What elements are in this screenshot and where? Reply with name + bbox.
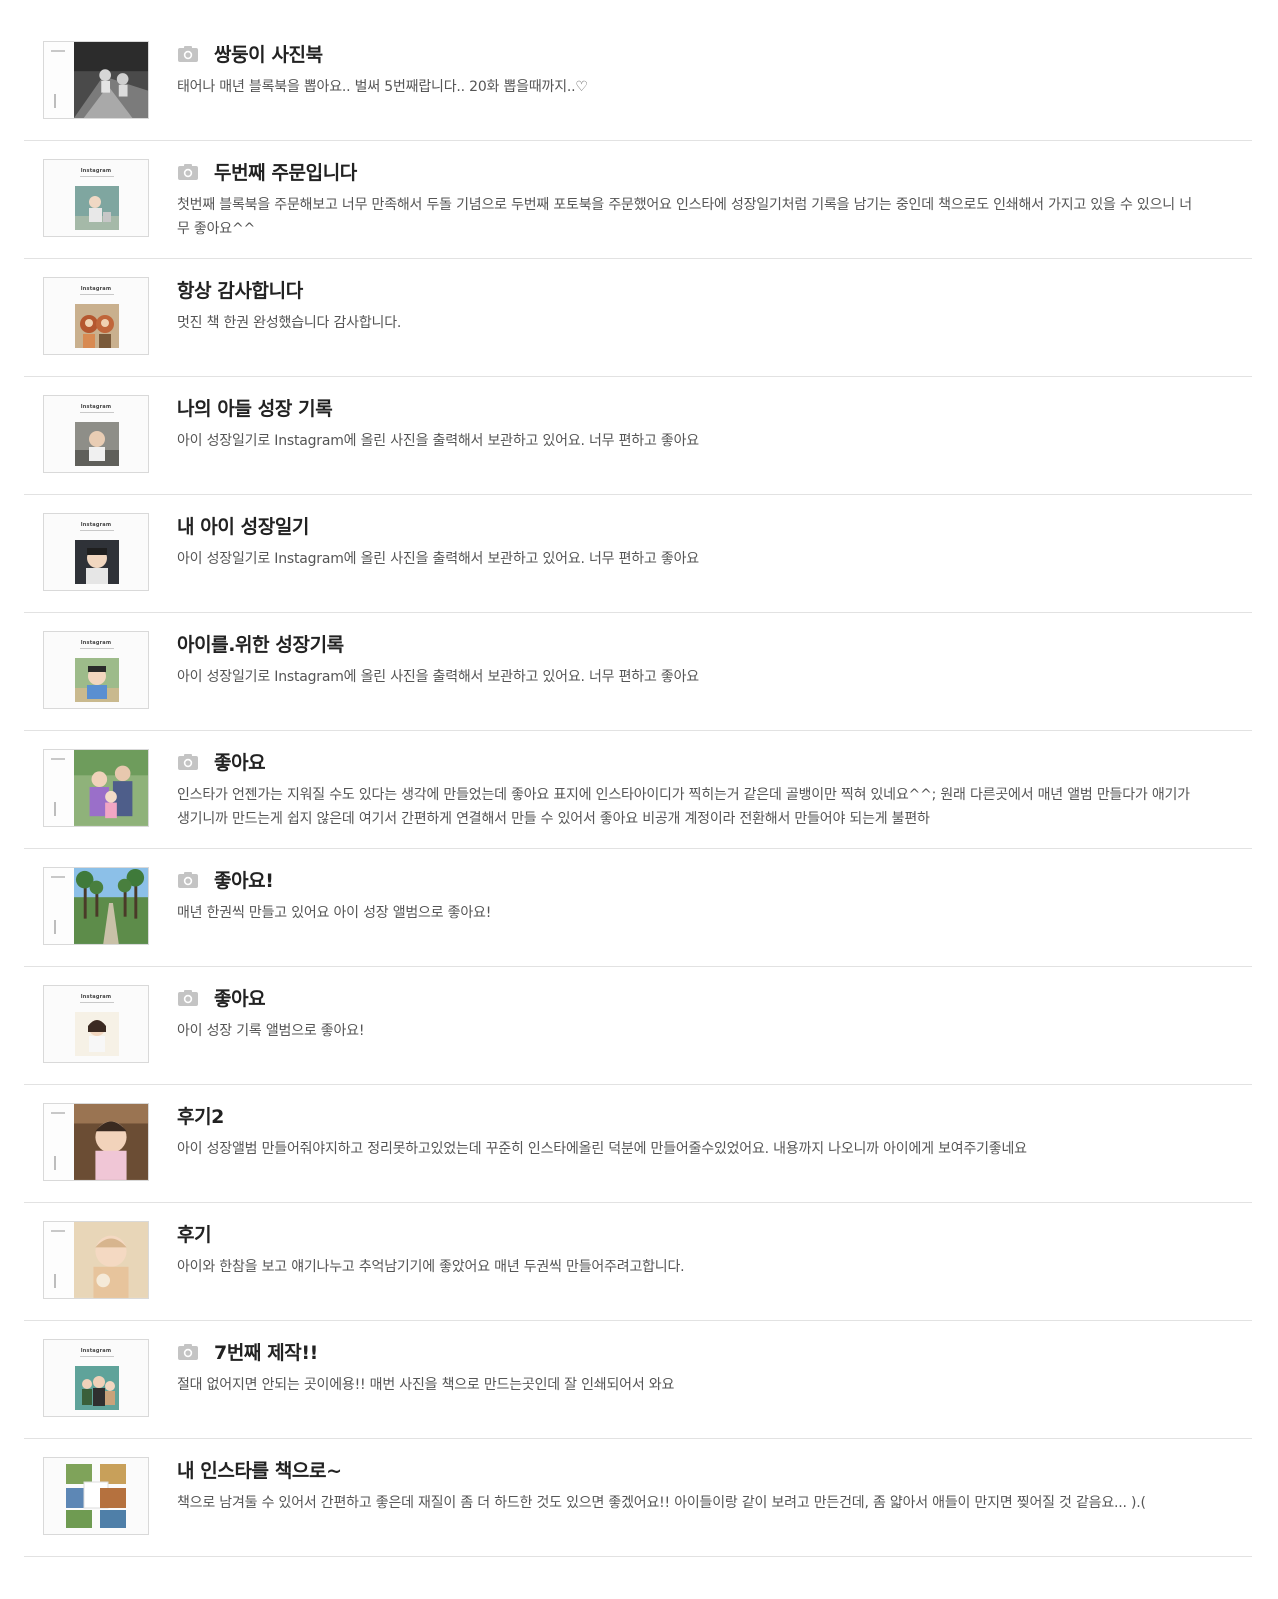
review-item[interactable]: 후기 아이와 한참을 보고 얘기나누고 추억남기기에 좋았어요 매년 두권씩 만… — [24, 1203, 1252, 1321]
review-item[interactable]: Instagram 나의 아들 성장 기록 아이 성장일기로 Instagram… — [24, 377, 1252, 495]
review-text: 아이 성장일기로 Instagram에 올린 사진을 출력해서 보관하고 있어요… — [177, 433, 699, 449]
review-text: 아이 성장일기로 Instagram에 올린 사진을 출력해서 보관하고 있어요… — [177, 669, 699, 685]
review-title[interactable]: 항상 감사합니다 — [177, 276, 303, 303]
review-text: 절대 없어지면 안되는 곳이에용!! 매번 사진을 책으로 만드는곳인데 잘 인… — [177, 1377, 675, 1393]
review-item[interactable]: 좋아요! 매년 한권씩 만들고 있어요 아이 성장 앨범으로 좋아요! — [24, 849, 1252, 967]
review-title[interactable]: 나의 아들 성장 기록 — [177, 394, 333, 421]
review-item[interactable]: Instagram 두번째 주문입니다 첫번째 블록북을 주문해보고 너무 만족… — [24, 141, 1252, 259]
review-title[interactable]: 후기2 — [177, 1102, 224, 1129]
thumbnail-brand: Instagram — [80, 640, 112, 646]
review-thumbnail[interactable]: Instagram — [43, 985, 149, 1063]
camera-icon — [178, 1344, 198, 1360]
review-text: 아이 성장일기로 Instagram에 올린 사진을 출력해서 보관하고 있어요… — [177, 551, 699, 567]
review-item[interactable]: Instagram 내 아이 성장일기 아이 성장일기로 Instagram에 … — [24, 495, 1252, 613]
review-text: 아이 성장앨범 만들어줘야지하고 정리못하고있었는데 꾸준히 인스타에올린 덕분… — [177, 1141, 1027, 1157]
review-thumbnail[interactable] — [43, 1221, 149, 1299]
review-text: 태어나 매년 블록북을 뽑아요.. 벌써 5번째랍니다.. 20화 뽑을때까지.… — [177, 79, 588, 95]
review-text: 아이 성장 기록 앨범으로 좋아요! — [177, 1023, 365, 1039]
review-title[interactable]: 내 인스타를 책으로~ — [177, 1456, 342, 1483]
review-title[interactable]: 쌍둥이 사진북 — [214, 40, 323, 67]
review-title[interactable]: 아이를.위한 성장기록 — [177, 630, 344, 657]
review-thumbnail[interactable]: Instagram — [43, 631, 149, 709]
review-thumbnail[interactable] — [43, 41, 149, 119]
review-item[interactable]: 좋아요 인스타가 언젠가는 지워질 수도 있다는 생각에 만들었는데 좋아요 표… — [24, 731, 1252, 849]
camera-icon — [178, 872, 198, 888]
review-thumbnail[interactable]: Instagram — [43, 395, 149, 473]
review-thumbnail[interactable]: Instagram — [43, 1339, 149, 1417]
thumbnail-brand: Instagram — [80, 522, 112, 528]
camera-icon — [178, 164, 198, 180]
review-thumbnail[interactable] — [43, 749, 149, 827]
review-title[interactable]: 7번째 제작!! — [214, 1338, 318, 1365]
camera-icon — [178, 46, 198, 62]
review-item[interactable]: 후기2 아이 성장앨범 만들어줘야지하고 정리못하고있었는데 꾸준히 인스타에올… — [24, 1085, 1252, 1203]
thumbnail-brand: Instagram — [80, 404, 112, 410]
review-thumbnail[interactable] — [43, 1103, 149, 1181]
review-thumbnail[interactable]: Instagram — [43, 277, 149, 355]
review-text: 첫번째 블록북을 주문해보고 너무 만족해서 두돌 기념으로 두번째 포토북을 … — [177, 197, 1192, 237]
review-title[interactable]: 내 아이 성장일기 — [177, 512, 309, 539]
review-title[interactable]: 좋아요 — [214, 984, 266, 1011]
thumbnail-brand: Instagram — [80, 994, 112, 1000]
review-title[interactable]: 후기 — [177, 1220, 212, 1247]
review-text: 매년 한권씩 만들고 있어요 아이 성장 앨범으로 좋아요! — [177, 905, 492, 921]
review-list: 쌍둥이 사진북 태어나 매년 블록북을 뽑아요.. 벌써 5번째랍니다.. 20… — [24, 23, 1252, 1557]
review-item[interactable]: Instagram 항상 감사합니다 멋진 책 한권 완성했습니다 감사합니다. — [24, 259, 1252, 377]
review-title[interactable]: 좋아요! — [214, 866, 274, 893]
review-item[interactable]: 내 인스타를 책으로~ 책으로 남겨둘 수 있어서 간편하고 좋은데 재질이 좀… — [24, 1439, 1252, 1557]
review-thumbnail[interactable]: Instagram — [43, 513, 149, 591]
review-title[interactable]: 두번째 주문입니다 — [214, 158, 357, 185]
review-item[interactable]: 쌍둥이 사진북 태어나 매년 블록북을 뽑아요.. 벌써 5번째랍니다.. 20… — [24, 23, 1252, 141]
camera-icon — [178, 754, 198, 770]
thumbnail-brand: Instagram — [80, 286, 112, 292]
review-item[interactable]: Instagram 7번째 제작!! 절대 없어지면 안되는 곳이에용!! 매번… — [24, 1321, 1252, 1439]
review-text: 아이와 한참을 보고 얘기나누고 추억남기기에 좋았어요 매년 두권씩 만들어주… — [177, 1259, 685, 1275]
review-text: 인스타가 언젠가는 지워질 수도 있다는 생각에 만들었는데 좋아요 표지에 인… — [177, 787, 1190, 827]
thumbnail-brand: Instagram — [80, 168, 112, 174]
review-title[interactable]: 좋아요 — [214, 748, 266, 775]
review-thumbnail[interactable] — [43, 1457, 149, 1535]
review-text: 멋진 책 한권 완성했습니다 감사합니다. — [177, 315, 402, 331]
review-text: 책으로 남겨둘 수 있어서 간편하고 좋은데 재질이 좀 더 하드한 것도 있으… — [177, 1495, 1146, 1511]
thumbnail-brand: Instagram — [80, 1348, 112, 1354]
review-item[interactable]: Instagram 아이를.위한 성장기록 아이 성장일기로 Instagram… — [24, 613, 1252, 731]
review-thumbnail[interactable] — [43, 867, 149, 945]
camera-icon — [178, 990, 198, 1006]
review-thumbnail[interactable]: Instagram — [43, 159, 149, 237]
review-item[interactable]: Instagram 좋아요 아이 성장 기록 앨범으로 좋아요! — [24, 967, 1252, 1085]
